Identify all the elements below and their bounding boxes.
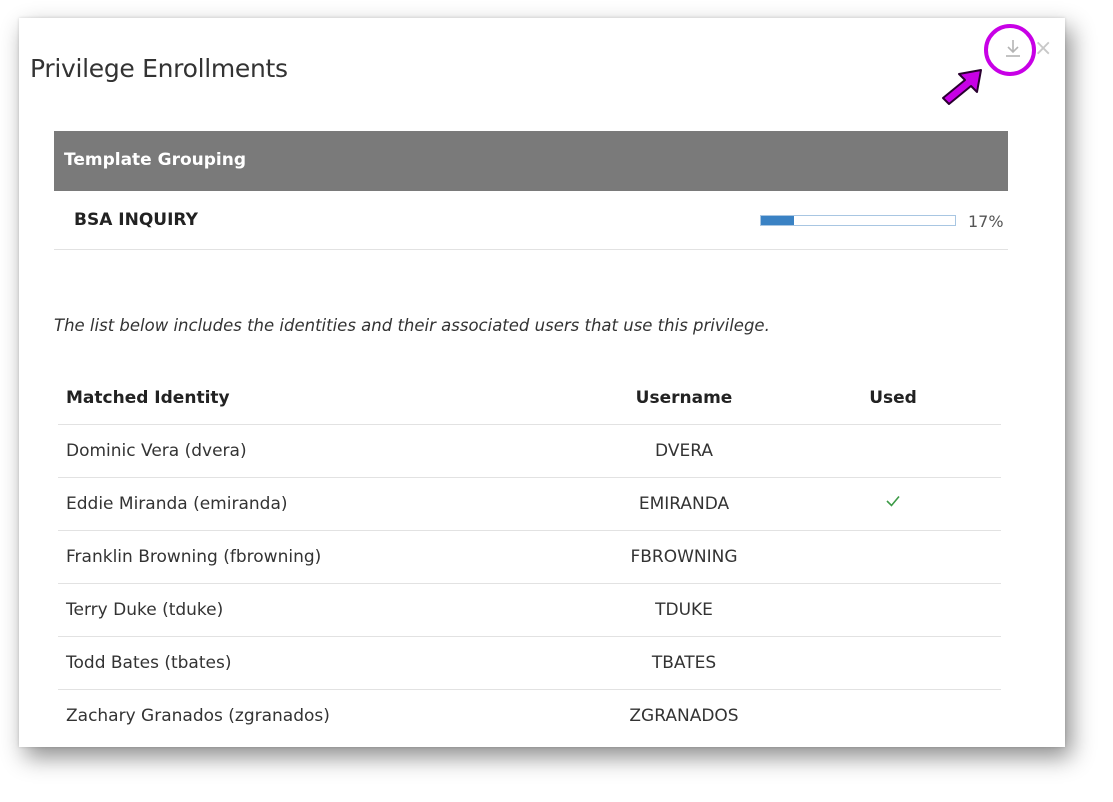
identity-cell: Dominic Vera (dvera) [66,441,247,461]
annotation-arrow-icon [942,69,982,105]
username-cell: ZGRANADOS [629,706,739,726]
identity-cell: Eddie Miranda (emiranda) [66,494,288,514]
close-button[interactable]: × [1034,38,1052,60]
identities-table: Matched Identity Username Used Dominic V… [58,372,1001,742]
identity-cell: Zachary Granados (zgranados) [66,706,330,726]
identity-cell: Franklin Browning (fbrowning) [66,547,322,567]
username-cell: TBATES [651,653,717,673]
table-row: Dominic Vera (dvera) DVERA [58,425,1001,478]
table-row: Terry Duke (tduke) TDUKE [58,584,1001,637]
progress-fill [761,216,794,225]
description-text: The list below includes the identities a… [54,316,770,335]
group-name: BSA INQUIRY [74,210,198,230]
table-header: Matched Identity Username Used [58,372,1001,425]
column-header-matched-identity: Matched Identity [66,388,230,408]
username-cell: DVERA [655,441,713,461]
table-row: Franklin Browning (fbrowning) FBROWNING [58,531,1001,584]
close-icon: × [1034,36,1053,61]
identity-cell: Terry Duke (tduke) [66,600,224,620]
template-grouping-row: BSA INQUIRY 17% [54,191,1008,250]
username-cell: EMIRANDA [638,494,730,514]
used-check-icon [886,495,900,507]
table-row: Zachary Granados (zgranados) ZGRANADOS [58,690,1001,742]
table-row: Eddie Miranda (emiranda) EMIRANDA [58,478,1001,531]
modal-title: Privilege Enrollments [30,54,288,83]
identity-cell: Todd Bates (tbates) [66,653,232,673]
column-header-used: Used [869,388,917,408]
username-cell: FBROWNING [630,547,738,567]
template-grouping-header: Template Grouping [54,131,1008,191]
table-row: Todd Bates (tbates) TBATES [58,637,1001,690]
username-cell: TDUKE [655,600,713,620]
column-header-username: Username [635,388,733,408]
privilege-enrollments-modal: Privilege Enrollments × Template Groupin… [19,18,1065,747]
template-grouping-label: Template Grouping [64,150,247,170]
table-body: Dominic Vera (dvera) DVERA Eddie Miranda (… [58,425,1001,742]
enrollment-progress-bar [760,215,956,226]
progress-percent: 17% [968,212,1004,231]
